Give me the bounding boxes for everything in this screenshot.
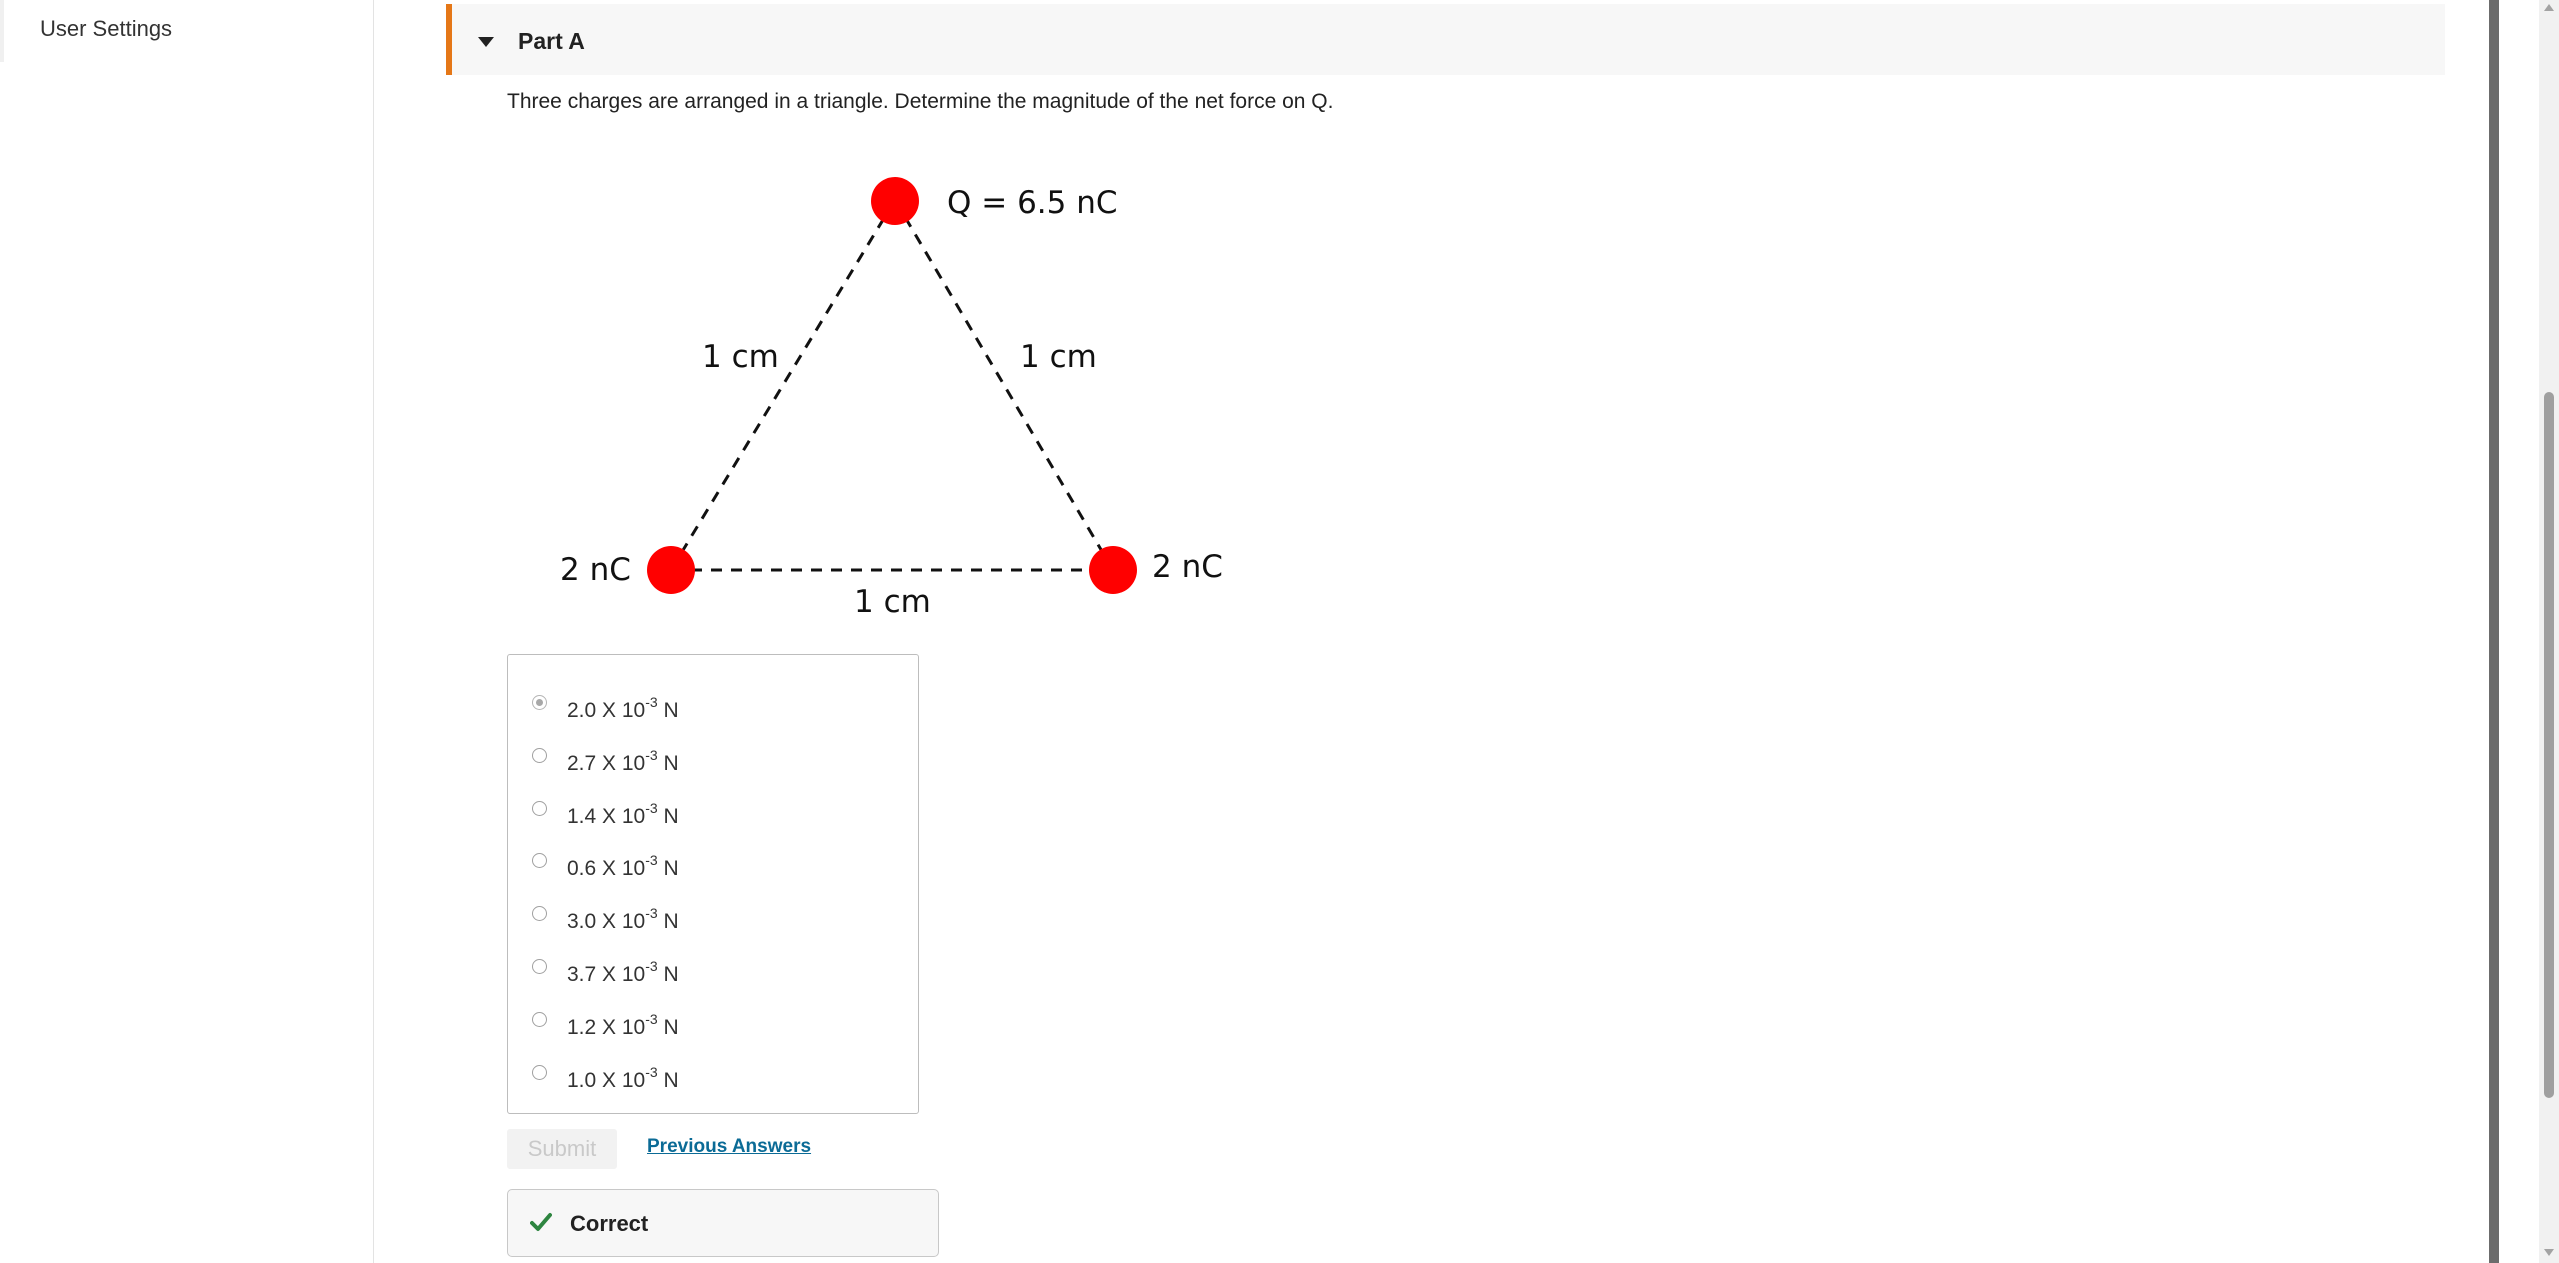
right-charge-label: 2 nC <box>1152 549 1223 585</box>
top-charge-label: Q = 6.5 nC <box>947 185 1118 221</box>
choice-label: 2.0 X 10-3 N <box>567 694 679 722</box>
feedback-label: Correct <box>570 1211 649 1236</box>
scroll-down-icon[interactable] <box>2544 1249 2554 1256</box>
choice-option[interactable]: 3.0 X 10-3 N <box>508 896 918 942</box>
top-charge <box>871 177 919 225</box>
radio-button[interactable] <box>532 906 547 921</box>
left-side-label: 1 cm <box>702 339 779 375</box>
scrollbar-thumb[interactable] <box>2544 392 2554 1098</box>
choice-option[interactable]: 1.4 X 10-3 N <box>508 791 918 837</box>
choice-option[interactable]: 2.7 X 10-3 N <box>508 738 918 784</box>
choice-option[interactable]: 1.2 X 10-3 N <box>508 1002 918 1048</box>
scrollbar[interactable] <box>2539 0 2559 1263</box>
choice-label: 2.7 X 10-3 N <box>567 747 679 775</box>
radio-button[interactable] <box>532 695 547 710</box>
right-side-label: 1 cm <box>1020 339 1097 375</box>
submit-button[interactable]: Submit <box>507 1129 617 1169</box>
left-side-line <box>669 199 897 571</box>
choice-label: 0.6 X 10-3 N <box>567 852 679 880</box>
scroll-up-icon[interactable] <box>2544 4 2554 11</box>
page-scrollbar-track[interactable] <box>2489 0 2499 1263</box>
radio-button[interactable] <box>532 1065 547 1080</box>
charge-triangle-diagram: Q = 6.5 nC 2 nC 2 nC 1 cm 1 cm 1 cm <box>560 177 1223 620</box>
answer-choices: 2.0 X 10-3 N 2.7 X 10-3 N 1.4 X 10-3 N 0… <box>507 654 919 1114</box>
left-charge <box>647 546 695 594</box>
choice-label: 1.4 X 10-3 N <box>567 800 679 828</box>
radio-button[interactable] <box>532 748 547 763</box>
choice-label: 1.0 X 10-3 N <box>567 1064 679 1092</box>
choice-option[interactable]: 3.7 X 10-3 N <box>508 949 918 995</box>
left-charge-label: 2 nC <box>560 552 631 588</box>
choice-option[interactable]: 2.0 X 10-3 N <box>508 685 918 731</box>
bottom-side-label: 1 cm <box>854 584 931 620</box>
radio-button[interactable] <box>532 853 547 868</box>
choice-label: 3.7 X 10-3 N <box>567 958 679 986</box>
right-charge <box>1089 546 1137 594</box>
choice-label: 3.0 X 10-3 N <box>567 905 679 933</box>
choice-label: 1.2 X 10-3 N <box>567 1011 679 1039</box>
radio-button[interactable] <box>532 1012 547 1027</box>
feedback-box: Correct <box>507 1189 939 1257</box>
check-icon <box>530 1213 552 1231</box>
right-side-line <box>893 199 1115 571</box>
choice-option[interactable]: 1.0 X 10-3 N <box>508 1055 918 1101</box>
choice-option[interactable]: 0.6 X 10-3 N <box>508 843 918 889</box>
previous-answers-link[interactable]: Previous Answers <box>647 1136 811 1158</box>
radio-button[interactable] <box>532 801 547 816</box>
radio-button[interactable] <box>532 959 547 974</box>
